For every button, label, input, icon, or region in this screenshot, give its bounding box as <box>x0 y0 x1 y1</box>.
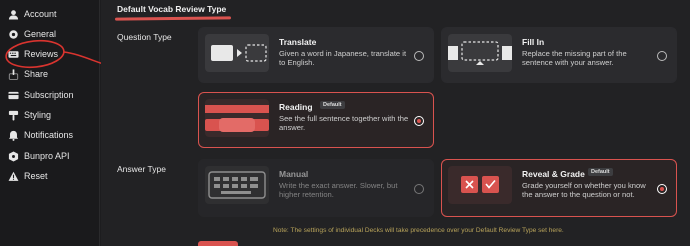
sidebar-item-subscription[interactable]: Subscription <box>8 86 74 104</box>
option-translate[interactable]: Translate Given a word in Japanese, tran… <box>198 27 434 83</box>
sidebar-item-label: Subscription <box>24 90 74 100</box>
option-description: Replace the missing part of the sentence… <box>522 49 627 67</box>
sidebar-item-label: Reviews <box>24 49 59 59</box>
sidebar-item-share[interactable]: Share <box>8 65 48 83</box>
option-title: Fill In <box>522 37 545 47</box>
reveal-grade-radio[interactable] <box>657 184 667 194</box>
option-description: See the full sentence together with the … <box>279 114 409 132</box>
option-title: Reveal & Grade <box>522 169 585 179</box>
code-icon <box>8 150 19 162</box>
share-icon <box>8 68 19 80</box>
question-type-label: Question Type <box>117 32 172 42</box>
option-title: Reading <box>279 102 313 112</box>
fill-in-illustration <box>448 34 512 72</box>
translate-radio[interactable] <box>414 51 424 61</box>
paint-icon <box>8 110 19 121</box>
reveal-grade-illustration <box>448 166 512 204</box>
section-title: Default Vocab Review Type <box>117 4 227 14</box>
sidebar-item-account[interactable]: Account <box>8 5 57 23</box>
answer-type-label: Answer Type <box>117 164 166 174</box>
sidebar-item-label: Styling <box>24 110 52 120</box>
option-description: Write the exact answer. Slower, but high… <box>279 181 398 199</box>
gear-icon <box>8 29 19 40</box>
sidebar-item-notifications[interactable]: Notifications <box>8 126 73 144</box>
keyboard-illustration <box>205 166 269 204</box>
option-manual[interactable]: Manual Write the exact answer. Slower, b… <box>198 159 434 217</box>
reading-illustration <box>205 99 269 137</box>
settings-main-panel: Default Vocab Review Type Question Type … <box>101 0 690 246</box>
option-title: Manual <box>279 169 309 179</box>
option-description: Given a word in Japanese, translate it t… <box>279 49 407 67</box>
sidebar-item-label: General <box>24 29 57 39</box>
precedence-note: Note: The settings of individual Decks w… <box>273 227 564 234</box>
settings-sidebar: Account General Reviews Share Subscripti… <box>0 0 100 246</box>
translate-illustration <box>205 34 269 72</box>
next-section-stub <box>198 241 238 246</box>
sidebar-item-label: Notifications <box>24 130 74 140</box>
sidebar-item-label: Share <box>24 69 49 79</box>
sidebar-item-bunpro-api[interactable]: Bunpro API <box>8 147 70 165</box>
option-reading[interactable]: Reading Default See the full sentence to… <box>198 92 434 148</box>
reading-radio[interactable] <box>414 116 424 126</box>
manual-radio[interactable] <box>414 184 424 194</box>
sidebar-item-label: Bunpro API <box>24 151 70 161</box>
option-description: Grade yourself on whether you know the a… <box>522 181 646 199</box>
sidebar-item-reviews[interactable]: Reviews <box>8 45 58 63</box>
bell-icon <box>8 130 19 141</box>
keyboard-icon <box>8 49 19 60</box>
default-badge: Default <box>588 168 613 176</box>
option-fill-in[interactable]: Fill In Replace the missing part of the … <box>441 27 677 83</box>
option-title: Translate <box>279 37 317 47</box>
card-icon <box>8 90 19 101</box>
fill-in-radio[interactable] <box>657 51 667 61</box>
default-badge: Default <box>320 101 345 109</box>
sidebar-item-label: Reset <box>24 171 48 181</box>
sidebar-item-label: Account <box>24 9 57 19</box>
sidebar-item-styling[interactable]: Styling <box>8 106 51 124</box>
warning-icon <box>8 171 19 182</box>
user-icon <box>8 9 19 20</box>
section-title-underline <box>114 16 232 21</box>
sidebar-item-general[interactable]: General <box>8 25 56 43</box>
sidebar-item-reset[interactable]: Reset <box>8 167 48 185</box>
option-reveal-grade[interactable]: Reveal & Grade Default Grade yourself on… <box>441 159 677 217</box>
